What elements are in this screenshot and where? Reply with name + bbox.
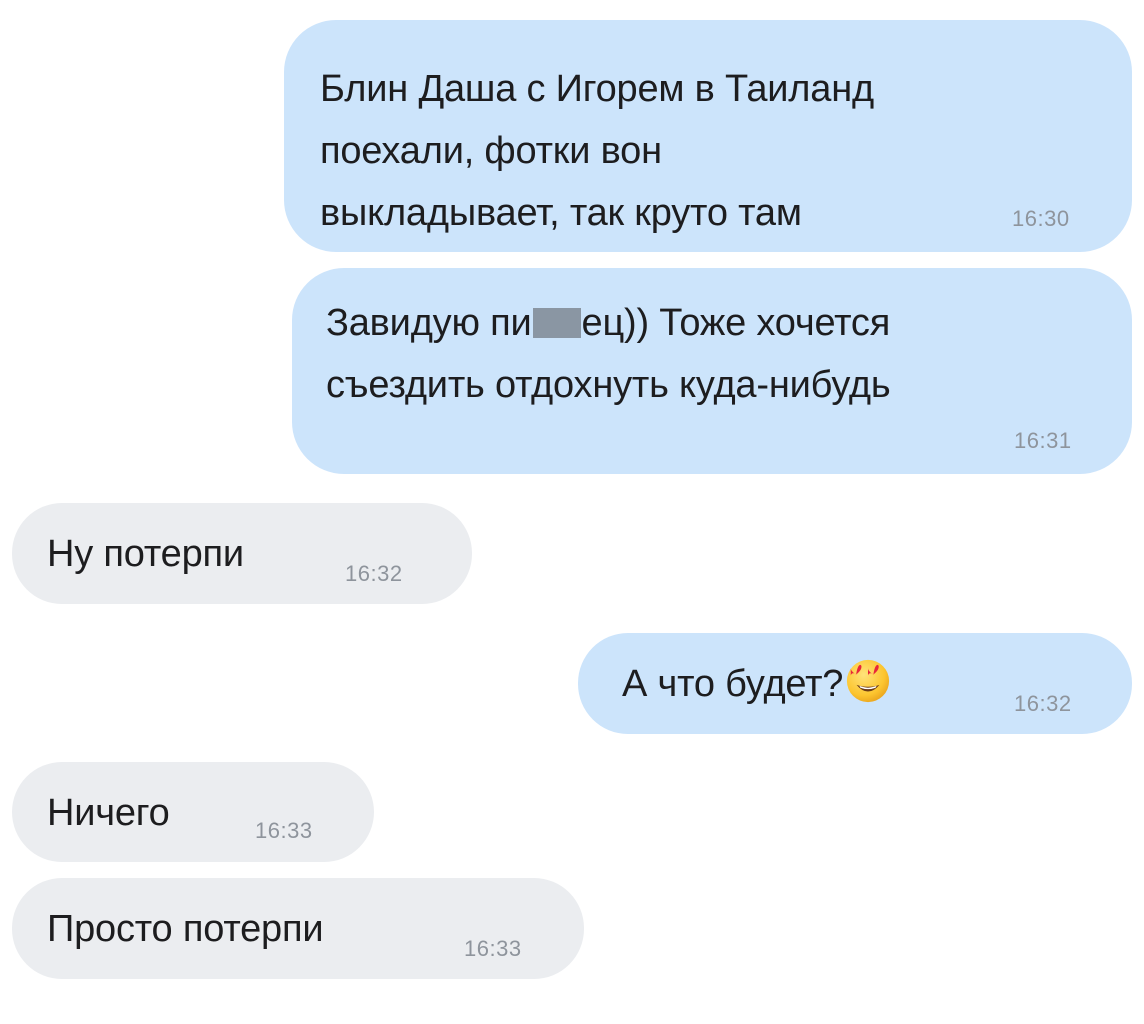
message-timestamp: 16:33 [255, 818, 313, 843]
message-bubble-incoming[interactable]: Ну потерпи 16:32 [12, 503, 472, 604]
message-text-part: А что будет? [622, 663, 844, 705]
message-timestamp: 16:33 [464, 936, 522, 961]
message-text-part: ец)) Тоже хочется [581, 302, 891, 344]
message-text: Ну потерпи [47, 533, 244, 575]
message-bubble-outgoing[interactable]: Блин Даша с Игорем в Таиланд поехали, фо… [284, 20, 1132, 252]
message-line: Блин Даша с Игорем в Таиланд [320, 68, 874, 110]
message-text-part: Завидую пи [326, 302, 532, 344]
message-timestamp: 16:32 [345, 561, 403, 586]
message-text: Ничего [47, 792, 170, 834]
chat-thread: Блин Даша с Игорем в Таиланд поехали, фо… [0, 0, 1144, 1024]
message-bubble-outgoing[interactable]: А что будет? 16:32 [578, 633, 1132, 734]
message-timestamp: 16:31 [1014, 428, 1072, 453]
message-text: Блин Даша с Игорем в Таиланд поехали, фо… [320, 58, 874, 244]
message-text: Просто потерпи [47, 908, 324, 950]
heart-eyes-emoji-icon [847, 659, 890, 703]
message-bubble-incoming[interactable]: Ничего 16:33 [12, 762, 374, 862]
message-timestamp: 16:32 [1014, 691, 1072, 716]
message-text: А что будет? [622, 653, 891, 715]
message-line: поехали, фотки вон [320, 130, 662, 172]
message-line: съездить отдохнуть куда-нибудь [326, 364, 891, 406]
message-timestamp: 16:30 [1012, 206, 1070, 231]
message-bubble-outgoing[interactable]: Завидую пи ец)) Тоже хочется съездить отд… [292, 268, 1132, 474]
message-line: выкладывает, так круто там [320, 192, 802, 234]
message-line: Завидую пи ец)) Тоже хочется [326, 292, 890, 354]
message-bubble-incoming[interactable]: Просто потерпи 16:33 [12, 878, 584, 979]
message-text: Завидую пи ец)) Тоже хочется съездить отд… [326, 292, 891, 416]
censor-block [532, 308, 581, 338]
